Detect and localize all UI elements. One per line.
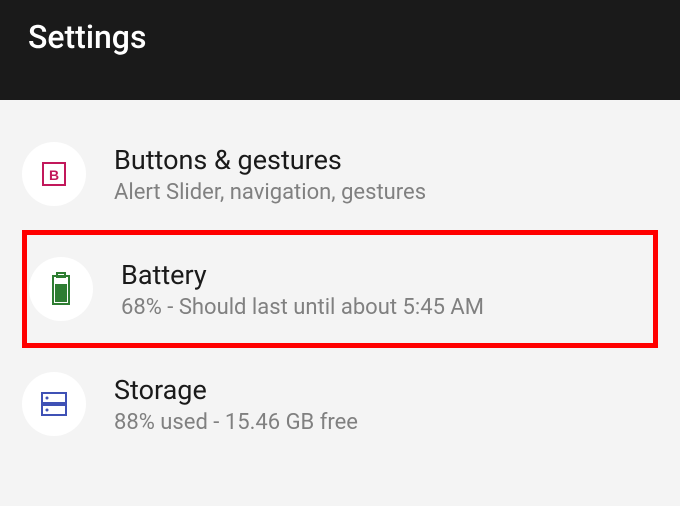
settings-item-buttons[interactable]: B Buttons & gestures Alert Slider, navig… [0, 128, 680, 220]
item-subtitle: Alert Slider, navigation, gestures [114, 180, 658, 205]
buttons-icon: B [22, 142, 86, 206]
item-title: Buttons & gestures [114, 144, 658, 176]
item-text: Storage 88% used - 15.46 GB free [114, 374, 658, 435]
item-subtitle: 68% - Should last until about 5:45 AM [121, 295, 633, 320]
header: Settings [0, 0, 680, 100]
battery-icon [29, 257, 93, 321]
item-subtitle: 88% used - 15.46 GB free [114, 410, 658, 435]
page-title: Settings [28, 18, 146, 56]
item-text: Battery 68% - Should last until about 5:… [121, 259, 633, 320]
settings-list: B Buttons & gestures Alert Slider, navig… [0, 100, 680, 450]
item-title: Battery [121, 259, 633, 291]
item-title: Storage [114, 374, 658, 406]
storage-icon [22, 372, 86, 436]
settings-item-battery[interactable]: Battery 68% - Should last until about 5:… [22, 230, 658, 348]
svg-text:B: B [49, 167, 59, 183]
item-text: Buttons & gestures Alert Slider, navigat… [114, 144, 658, 205]
settings-item-storage[interactable]: Storage 88% used - 15.46 GB free [0, 358, 680, 450]
